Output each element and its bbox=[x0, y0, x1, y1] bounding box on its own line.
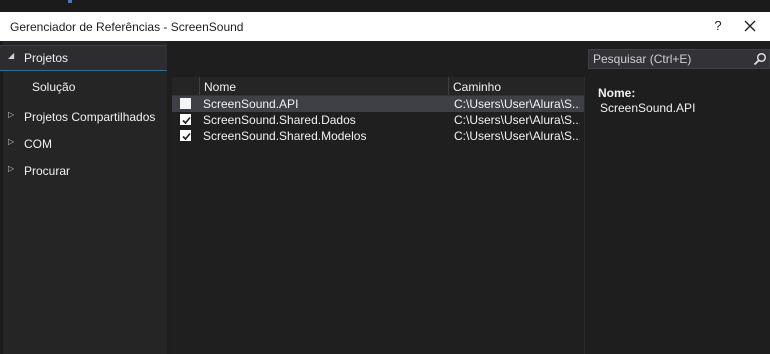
sidebar-item-projetos-compartilhados[interactable]: ▷ Projetos Compartilhados bbox=[0, 105, 167, 129]
search-input[interactable] bbox=[593, 52, 743, 66]
column-separator[interactable] bbox=[199, 77, 200, 95]
help-button[interactable]: ? bbox=[708, 16, 728, 36]
details-name-label: Nome: bbox=[598, 86, 636, 100]
sidebar-item-label: COM bbox=[24, 137, 52, 151]
search-icon[interactable] bbox=[753, 52, 767, 66]
collapsed-arrow-icon: ▷ bbox=[8, 164, 15, 173]
table-row[interactable]: ScreenSound.API C:\Users\User\Alura\S... bbox=[172, 96, 584, 112]
collapsed-arrow-icon: ▷ bbox=[8, 110, 15, 119]
checkmark-icon bbox=[182, 132, 191, 141]
sidebar-item-label: Projetos Compartilhados bbox=[24, 110, 156, 124]
row-path: C:\Users\User\Alura\S... bbox=[454, 129, 580, 143]
checkmark-icon bbox=[182, 116, 191, 125]
table-row[interactable]: ScreenSound.Shared.Modelos C:\Users\User… bbox=[172, 128, 584, 144]
row-name: ScreenSound.Shared.Modelos bbox=[203, 129, 367, 143]
row-path: C:\Users\User\Alura\S... bbox=[454, 113, 580, 127]
row-checkbox[interactable] bbox=[180, 114, 191, 125]
list-divider bbox=[584, 77, 585, 354]
column-separator[interactable] bbox=[448, 77, 449, 95]
row-name: ScreenSound.API bbox=[203, 97, 299, 111]
close-icon bbox=[744, 20, 756, 32]
list-header: Nome Caminho bbox=[172, 77, 584, 96]
sidebar-item-label: Projetos bbox=[24, 51, 69, 65]
details-panel: Nome: ScreenSound.API bbox=[598, 86, 695, 115]
sidebar-item-solucao[interactable]: Solução bbox=[0, 75, 167, 99]
table-row[interactable]: ScreenSound.Shared.Dados C:\Users\User\A… bbox=[172, 112, 584, 128]
dialog-title-bar: Gerenciador de Referências - ScreenSound… bbox=[0, 12, 770, 41]
sidebar-item-label: Solução bbox=[32, 80, 76, 94]
dialog-title: Gerenciador de Referências - ScreenSound bbox=[10, 20, 244, 34]
sidebar-item-label: Procurar bbox=[24, 164, 71, 178]
editor-top-strip bbox=[0, 0, 770, 12]
close-button[interactable] bbox=[740, 16, 760, 36]
column-header-caminho[interactable]: Caminho bbox=[453, 80, 501, 94]
row-name: ScreenSound.Shared.Dados bbox=[203, 113, 356, 127]
row-path: C:\Users\User\Alura\S... bbox=[454, 97, 580, 111]
details-name-value: ScreenSound.API bbox=[600, 101, 696, 115]
expanded-arrow-icon: ◢ bbox=[8, 51, 15, 60]
sidebar-item-procurar[interactable]: ▷ Procurar bbox=[0, 159, 167, 183]
row-checkbox[interactable] bbox=[180, 98, 191, 109]
row-checkbox[interactable] bbox=[180, 130, 191, 141]
collapsed-arrow-icon: ▷ bbox=[8, 137, 15, 146]
sidebar-item-com[interactable]: ▷ COM bbox=[0, 132, 167, 156]
column-header-nome[interactable]: Nome bbox=[204, 80, 236, 94]
sidebar-item-projetos[interactable]: ◢ Projetos bbox=[0, 45, 167, 71]
caret-marker bbox=[68, 0, 72, 3]
search-box[interactable] bbox=[588, 49, 770, 69]
